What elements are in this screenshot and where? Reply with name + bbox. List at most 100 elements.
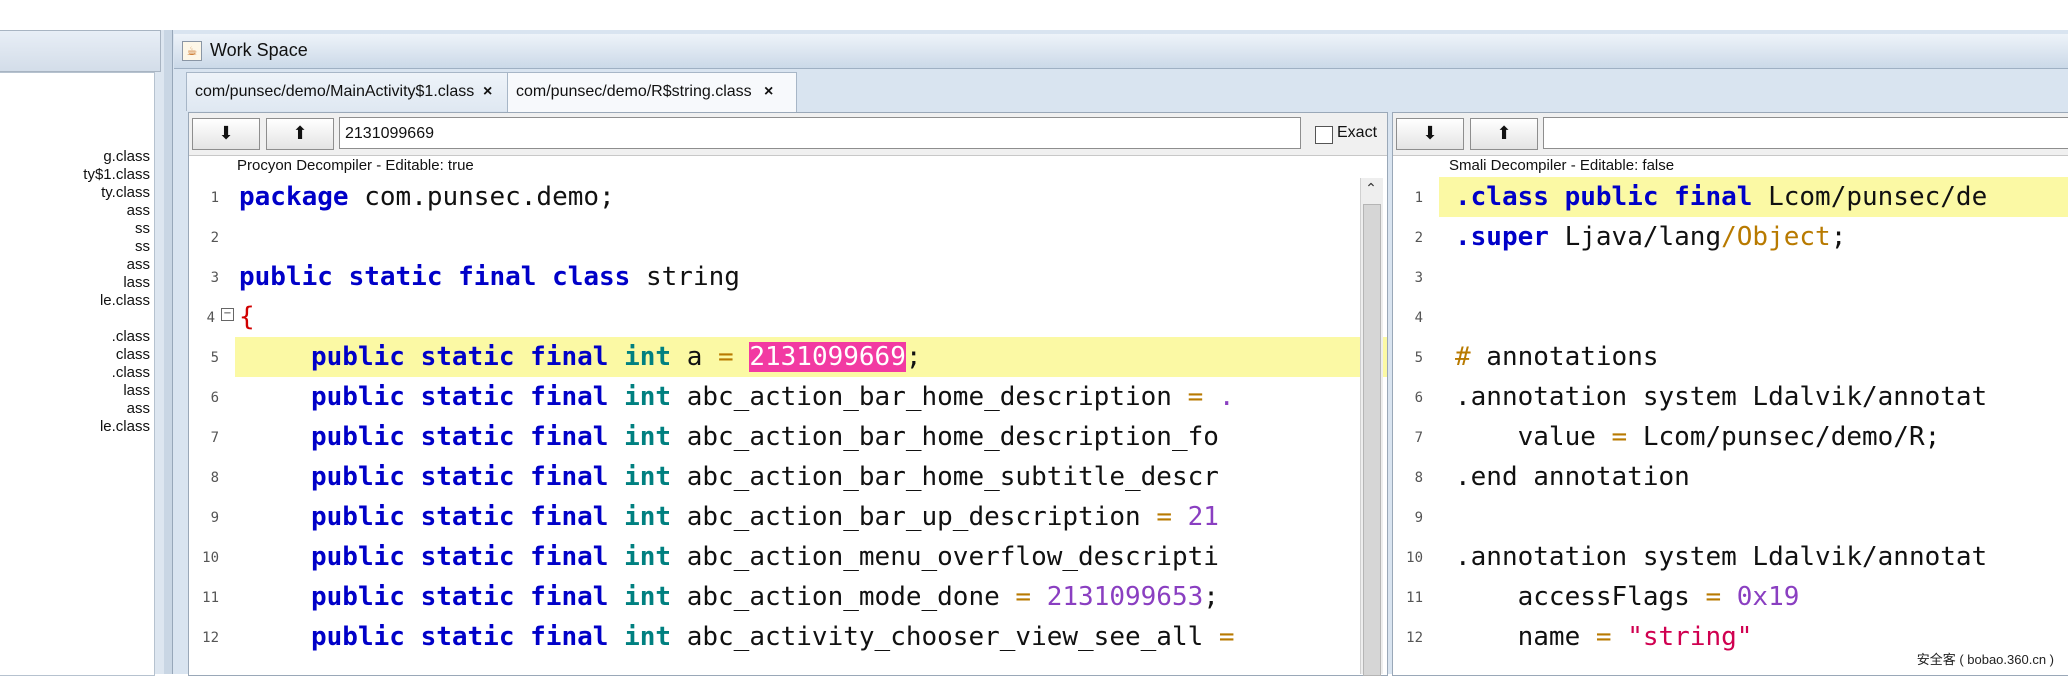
line-number: 6 xyxy=(1414,390,1423,406)
code-line: 11 accessFlags = 0x19 xyxy=(1393,577,2068,617)
code-token: com.punsec.demo; xyxy=(348,182,615,212)
tree-item[interactable]: ass xyxy=(127,202,150,219)
code-token: / xyxy=(1721,222,1737,252)
code-token: public static final xyxy=(311,622,609,652)
tree-item[interactable]: lass xyxy=(123,382,150,399)
code-token: public static final xyxy=(311,382,609,412)
code-token: = xyxy=(1705,582,1722,612)
tree-item[interactable]: ty$1.class xyxy=(83,166,150,183)
watermark: 安全客 ( bobao.360.cn ) xyxy=(1916,652,2054,667)
scrollbar-thumb[interactable] xyxy=(1363,204,1381,676)
code-token: int xyxy=(624,502,672,532)
search-input[interactable] xyxy=(1543,117,2068,149)
line-number: 11 xyxy=(1406,590,1423,606)
code-token: public static final xyxy=(311,542,609,572)
code-token: public static final xyxy=(311,462,609,492)
code-token: Lcom/punsec/de xyxy=(1752,182,1988,212)
line-number: 2 xyxy=(210,230,219,246)
close-icon[interactable]: × xyxy=(483,73,492,111)
tree-item[interactable]: ty.class xyxy=(101,184,150,201)
code-token: 2131099653 xyxy=(1046,582,1204,612)
code-token: abc_action_bar_home_subtitle_descr xyxy=(671,462,1219,492)
panel-splitter[interactable] xyxy=(164,30,172,674)
workspace-titlebar xyxy=(174,34,2068,69)
code-token: int xyxy=(624,422,672,452)
code-token: "string" xyxy=(1627,622,1753,652)
editor-tabs: com/punsec/demo/MainActivity$1.class × c… xyxy=(186,72,2068,113)
file-tree[interactable]: g.class ty$1.class ty.class ass ss ss as… xyxy=(0,72,155,676)
code-token: value xyxy=(1455,422,1612,452)
search-prev-button[interactable]: ⬆ xyxy=(266,118,334,150)
code-line: 9 public static final int abc_action_bar… xyxy=(189,497,1387,537)
code-line: 7 value = Lcom/punsec/demo/R; xyxy=(1393,417,2068,457)
tree-item[interactable]: lass xyxy=(123,274,150,291)
code-line: 4 − { xyxy=(189,297,1387,337)
code-area[interactable]: 1 package com.punsec.demo; 2 3 public st… xyxy=(189,177,1387,675)
code-token: ; xyxy=(1203,582,1219,612)
code-token: .class public final xyxy=(1455,182,1753,212)
code-area[interactable]: 1 .class public final Lcom/punsec/de 2 .… xyxy=(1393,177,2068,675)
search-input[interactable]: 2131099669 xyxy=(339,117,1301,149)
code-token: Lcom/punsec/demo/R; xyxy=(1627,422,1941,452)
search-match: 2131099669 xyxy=(749,342,906,372)
java-cup-icon: ☕ xyxy=(182,41,202,61)
code-token: accessFlags xyxy=(1455,582,1706,612)
code-line: 11 public static final int abc_action_mo… xyxy=(189,577,1387,617)
tree-item[interactable]: .class xyxy=(112,328,150,345)
code-token: abc_action_mode_done xyxy=(671,582,1016,612)
fold-collapse-icon[interactable]: − xyxy=(221,308,234,321)
code-token: int xyxy=(624,582,672,612)
close-icon[interactable]: × xyxy=(764,73,773,111)
line-number: 3 xyxy=(210,270,219,286)
tree-item[interactable]: ass xyxy=(127,256,150,273)
exact-checkbox[interactable] xyxy=(1315,126,1333,144)
code-token: .annotation system Ldalvik/annotat xyxy=(1455,382,1988,412)
code-line: 6 public static final int abc_action_bar… xyxy=(189,377,1387,417)
line-number: 4 xyxy=(206,310,215,326)
line-number: 1 xyxy=(1414,190,1423,206)
procyon-editor[interactable]: ⬇ ⬆ 2131099669 Exact Procyon Decompiler … xyxy=(188,112,1388,676)
tree-item[interactable]: .class xyxy=(112,364,150,381)
code-token: 0x19 xyxy=(1736,582,1800,612)
code-token: .annotation system Ldalvik/annotat xyxy=(1455,542,1988,572)
line-number: 10 xyxy=(1406,550,1423,566)
tree-item[interactable]: ss xyxy=(135,238,150,255)
code-line: 9 xyxy=(1393,497,2068,537)
tree-item[interactable]: class xyxy=(116,346,150,363)
code-token: = xyxy=(1187,382,1204,412)
tree-item[interactable]: le.class xyxy=(100,418,150,435)
tree-item[interactable]: le.class xyxy=(100,292,150,309)
code-token: abc_action_bar_home_description_fo xyxy=(671,422,1219,452)
code-token: = xyxy=(1015,582,1032,612)
line-number: 6 xyxy=(210,390,219,406)
line-number: 7 xyxy=(1414,430,1423,446)
tree-item[interactable]: ss xyxy=(135,220,150,237)
search-next-button[interactable]: ⬇ xyxy=(192,118,260,150)
code-line: 8 public static final int abc_action_bar… xyxy=(189,457,1387,497)
code-line: 4 xyxy=(1393,297,2068,337)
tree-item[interactable]: ass xyxy=(127,400,150,417)
scroll-up-arrow-icon[interactable]: ⌃ xyxy=(1360,178,1382,200)
line-number: 5 xyxy=(210,350,219,366)
line-number: 3 xyxy=(1414,270,1423,286)
code-line: 2 xyxy=(189,217,1387,257)
tree-item[interactable]: g.class xyxy=(103,148,150,165)
code-token: a xyxy=(671,342,719,372)
code-line-highlighted: 5 public static final int a = 2131099669… xyxy=(189,337,1387,377)
code-line-highlighted: 1 .class public final Lcom/punsec/de xyxy=(1393,177,2068,217)
code-line: 6 .annotation system Ldalvik/annotat xyxy=(1393,377,2068,417)
code-line: 10 public static final int abc_action_me… xyxy=(189,537,1387,577)
code-line: 10 .annotation system Ldalvik/annotat xyxy=(1393,537,2068,577)
tab-rstring[interactable]: com/punsec/demo/R$string.class × xyxy=(507,72,797,113)
search-next-button[interactable]: ⬇ xyxy=(1396,118,1464,150)
code-token: public static final xyxy=(311,342,609,372)
search-prev-button[interactable]: ⬆ xyxy=(1470,118,1538,150)
line-number: 11 xyxy=(202,590,219,606)
code-token: package xyxy=(239,182,349,212)
tab-mainactivity1[interactable]: com/punsec/demo/MainActivity$1.class × xyxy=(186,72,516,111)
code-token: int xyxy=(624,542,672,572)
smali-editor[interactable]: ⬇ ⬆ Smali Decompiler - Editable: false 1… xyxy=(1392,112,2068,676)
code-token: = xyxy=(718,342,734,372)
code-token: Object xyxy=(1736,222,1831,252)
code-line: 12 public static final int abc_activity_… xyxy=(189,617,1387,657)
